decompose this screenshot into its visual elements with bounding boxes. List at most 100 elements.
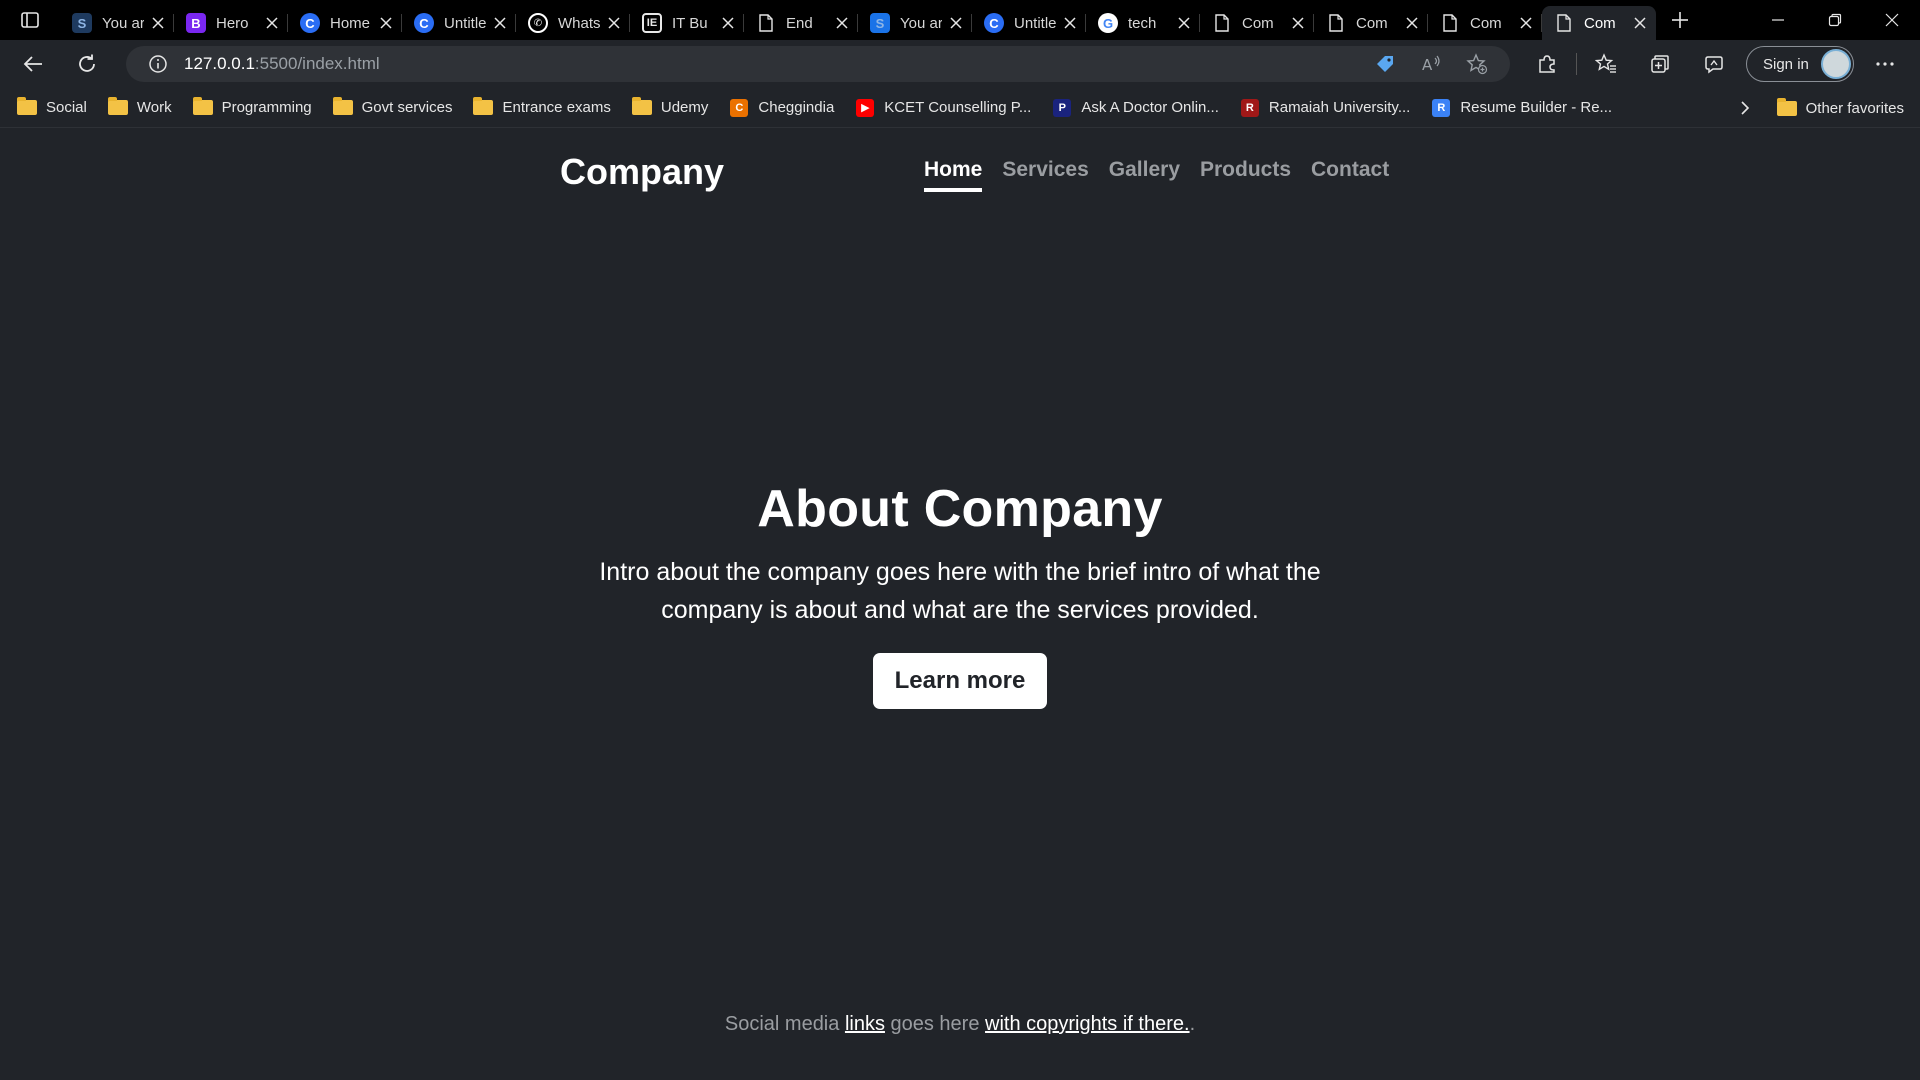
browser-tab[interactable]: Com — [1428, 6, 1542, 40]
close-tab-icon[interactable] — [1062, 15, 1078, 31]
favorite-item[interactable]: Udemy — [623, 93, 719, 123]
web-page: Company Home Services Gallery Products Conta… — [0, 129, 1920, 1080]
collections-button[interactable] — [1633, 46, 1687, 82]
browser-tab[interactable]: S You are — [858, 6, 972, 40]
favorite-label: Entrance exams — [502, 99, 611, 116]
favorites-bar: Social Work Programming Govt services Entran… — [0, 88, 1920, 128]
nav-link-gallery[interactable]: Gallery — [1109, 158, 1180, 192]
collections-icon — [1651, 55, 1669, 73]
close-tab-icon[interactable] — [948, 15, 964, 31]
browser-tab[interactable]: C Home — [288, 6, 402, 40]
close-tab-icon[interactable] — [1176, 15, 1192, 31]
nav-link-contact[interactable]: Contact — [1311, 158, 1389, 192]
settings-more-button[interactable] — [1864, 46, 1906, 82]
browser-tab[interactable]: C Untitled — [972, 6, 1086, 40]
favorite-item[interactable]: ▶ KCET Counselling P... — [846, 93, 1041, 123]
browser-tab[interactable]: B Hero — [174, 6, 288, 40]
favorite-item[interactable]: C Cheggindia — [720, 93, 844, 123]
browser-toolbar: 127.0.0.1:5500/index.html A Sign in — [0, 40, 1920, 88]
favorite-item[interactable]: Social — [8, 93, 97, 123]
restore-button[interactable] — [1806, 0, 1863, 40]
nav-link-home[interactable]: Home — [924, 158, 983, 192]
close-tab-icon[interactable] — [1518, 15, 1534, 31]
minimize-icon — [1771, 19, 1784, 21]
browser-tab[interactable]: Com — [1200, 6, 1314, 40]
browser-tab[interactable]: End — [744, 6, 858, 40]
url-path: :5500/index.html — [254, 54, 380, 73]
site-info-button[interactable] — [140, 46, 176, 82]
tab-actions-button[interactable] — [0, 0, 60, 40]
browser-tab[interactable]: Com — [1314, 6, 1428, 40]
browser-tab[interactable]: ✆ WhatsApp — [516, 6, 630, 40]
favorite-label: Govt services — [361, 99, 453, 116]
refresh-icon — [79, 54, 95, 72]
profile-avatar — [1821, 49, 1851, 79]
favorite-item[interactable]: P Ask A Doctor Onlin... — [1043, 93, 1229, 123]
hero-section: About Company Intro about the company go… — [0, 479, 1920, 709]
footer-copyright-link[interactable]: with copyrights if there. — [985, 1013, 1190, 1035]
sign-in-button[interactable]: Sign in — [1746, 46, 1854, 82]
add-favorite-button[interactable] — [1454, 46, 1500, 82]
back-button[interactable] — [12, 46, 54, 82]
c-favicon-icon: C — [300, 13, 320, 33]
resume-icon: R — [1430, 98, 1452, 117]
nav-link-products[interactable]: Products — [1200, 158, 1291, 192]
browser-tab[interactable]: IE IT Bu — [630, 6, 744, 40]
close-tab-icon[interactable] — [378, 15, 394, 31]
close-tab-icon[interactable] — [264, 15, 280, 31]
favorites-list: Social Work Programming Govt services Entran… — [6, 88, 1622, 128]
browser-tab[interactable]: Gtech — [1086, 6, 1200, 40]
folder-icon — [107, 97, 129, 117]
tab-title: Com — [1584, 14, 1616, 32]
refresh-button[interactable] — [66, 46, 108, 82]
other-favorites-item[interactable]: Other favorites — [1768, 93, 1914, 123]
restore-icon — [1828, 13, 1841, 27]
ie-favicon-icon: IE — [642, 13, 662, 33]
favorite-item[interactable]: Entrance exams — [464, 93, 620, 123]
footer-links-link[interactable]: links — [845, 1013, 885, 1035]
favorite-item[interactable]: R Resume Builder - Re... — [1422, 93, 1622, 123]
tab-title: Com — [1356, 14, 1388, 32]
close-tab-icon[interactable] — [1404, 15, 1420, 31]
browser-tab[interactable]: S You are — [60, 6, 174, 40]
favorite-item[interactable]: Programming — [184, 93, 322, 123]
favorite-item[interactable]: Govt services — [324, 93, 463, 123]
close-tab-icon[interactable] — [492, 15, 508, 31]
shopping-tag-button[interactable] — [1362, 46, 1408, 82]
browser-tab[interactable]: Com — [1542, 6, 1656, 40]
star-add-icon — [1466, 53, 1488, 75]
close-icon — [1885, 13, 1898, 27]
favorites-overflow-button[interactable] — [1730, 93, 1760, 123]
folder-icon — [332, 97, 354, 117]
address-bar[interactable]: 127.0.0.1:5500/index.html A — [126, 46, 1510, 82]
page-favicon-icon — [1554, 13, 1574, 33]
favorite-item[interactable]: R Ramaiah University... — [1231, 93, 1420, 123]
minimize-button[interactable] — [1749, 0, 1806, 40]
close-tab-icon[interactable] — [1632, 15, 1648, 31]
favorites-icon — [1595, 53, 1616, 73]
browser-tab[interactable]: C Untitled — [402, 6, 516, 40]
close-window-button[interactable] — [1863, 0, 1920, 40]
favorite-item[interactable]: Work — [99, 93, 182, 123]
folder-icon — [1776, 97, 1798, 117]
nav-link-services[interactable]: Services — [1002, 158, 1088, 192]
read-aloud-button[interactable]: A — [1408, 46, 1454, 82]
close-tab-icon[interactable] — [606, 15, 622, 31]
footer-text-3: . — [1189, 1013, 1196, 1035]
close-tab-icon[interactable] — [150, 15, 166, 31]
url-text[interactable]: 127.0.0.1:5500/index.html — [184, 54, 380, 74]
close-tab-icon[interactable] — [834, 15, 850, 31]
favorite-label: Social — [46, 99, 87, 116]
favorite-label: Udemy — [660, 99, 709, 116]
copilot-button[interactable] — [1687, 46, 1741, 82]
close-tab-icon[interactable] — [720, 15, 736, 31]
favorites-button[interactable] — [1579, 46, 1633, 82]
site-brand[interactable]: Company — [560, 151, 724, 193]
learn-more-button[interactable]: Learn more — [872, 653, 1048, 709]
close-tab-icon[interactable] — [1290, 15, 1306, 31]
tab-strip: S You are B Hero C Home C Untitled ✆ WhatsApp IE IT… — [0, 0, 1920, 40]
new-tab-button[interactable] — [1660, 0, 1700, 40]
info-icon — [149, 55, 167, 73]
extensions-button[interactable] — [1520, 46, 1574, 82]
hero-intro-line-2: company is about and what are the servic… — [661, 596, 1259, 624]
